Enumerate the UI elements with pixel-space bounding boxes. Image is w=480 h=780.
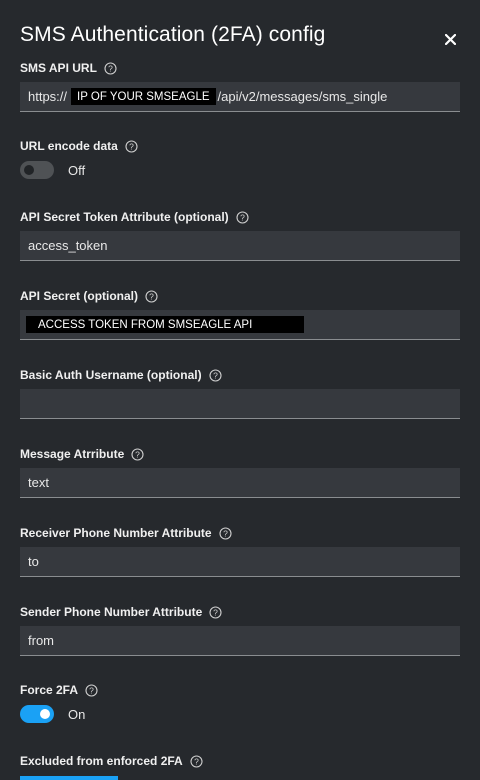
toggle-knob [40,709,50,719]
force-2fa-toggle[interactable] [20,705,54,723]
field-label: API Secret (optional) [20,289,139,303]
url-prefix: https:// [28,89,68,104]
sms-api-url-input[interactable]: https:// IP OF YOUR SMSEAGLE /api/v2/mes… [20,82,460,112]
field-url-encode: URL encode data ? Off [20,138,460,179]
svg-text:?: ? [213,607,218,617]
dialog-title: SMS Authentication (2FA) config [20,23,326,46]
field-excluded-2fa: Excluded from enforced 2FA ? [20,753,460,769]
help-icon[interactable]: ? [209,368,222,382]
svg-text:?: ? [240,212,245,222]
field-label: Receiver Phone Number Attribute [20,526,212,540]
help-icon[interactable]: ? [85,683,98,697]
field-label: API Secret Token Attribute (optional) [20,210,229,224]
sender-attribute-input[interactable]: from [20,626,460,656]
message-attribute-input[interactable]: text [20,468,460,498]
svg-text:?: ? [213,370,218,380]
close-icon [444,33,456,45]
input-value: text [28,475,49,490]
help-icon[interactable]: ? [190,754,203,768]
field-token-attribute: API Secret Token Attribute (optional) ? … [20,209,460,261]
field-force-2fa: Force 2FA ? On [20,682,460,723]
field-sender-attribute: Sender Phone Number Attribute ? from [20,604,460,656]
field-label: Force 2FA [20,683,79,697]
toggle-state-label: On [68,706,86,722]
field-label: Message Atrribute [20,447,125,461]
field-message-attribute: Message Atrribute ? text [20,446,460,498]
svg-text:?: ? [129,141,134,151]
help-icon[interactable]: ? [125,139,138,153]
excluded-groups-button[interactable] [20,776,118,780]
field-label: Excluded from enforced 2FA [20,754,183,768]
basic-auth-username-input[interactable] [20,389,460,419]
token-attribute-input[interactable]: access_token [20,231,460,261]
url-encode-toggle[interactable] [20,161,54,179]
toggle-state-label: Off [68,162,86,178]
help-icon[interactable]: ? [209,605,222,619]
field-label: URL encode data [20,139,118,153]
field-sms-api-url: SMS API URL ? https:// IP OF YOUR SMSEAG… [20,60,460,112]
help-icon[interactable]: ? [104,61,117,75]
svg-text:?: ? [89,685,94,695]
help-icon[interactable]: ? [236,210,249,224]
field-basic-auth-username: Basic Auth Username (optional) ? [20,367,460,419]
api-secret-input[interactable]: ACCESS TOKEN FROM SMSEAGLE API [20,310,460,340]
svg-text:?: ? [194,756,199,766]
help-icon[interactable]: ? [131,447,144,461]
field-label: Basic Auth Username (optional) [20,368,202,382]
toggle-knob [24,165,34,175]
input-value: to [28,554,39,569]
svg-text:?: ? [108,63,113,73]
svg-text:?: ? [223,528,228,538]
redacted-token: ACCESS TOKEN FROM SMSEAGLE API [26,316,304,333]
receiver-attribute-input[interactable]: to [20,547,460,577]
help-icon[interactable]: ? [219,526,232,540]
field-label: Sender Phone Number Attribute [20,605,203,619]
help-icon[interactable]: ? [145,289,158,303]
url-suffix: /api/v2/messages/sms_single [217,89,388,104]
dialog-header: SMS Authentication (2FA) config [20,20,460,50]
field-api-secret: API Secret (optional) ? ACCESS TOKEN FRO… [20,288,460,340]
input-value: access_token [28,238,108,253]
svg-text:?: ? [149,291,154,301]
close-button[interactable] [440,29,460,49]
field-label: SMS API URL [20,61,97,75]
redacted-ip: IP OF YOUR SMSEAGLE [71,88,216,105]
field-receiver-attribute: Receiver Phone Number Attribute ? to [20,525,460,577]
svg-text:?: ? [135,449,140,459]
input-value: from [28,633,54,648]
